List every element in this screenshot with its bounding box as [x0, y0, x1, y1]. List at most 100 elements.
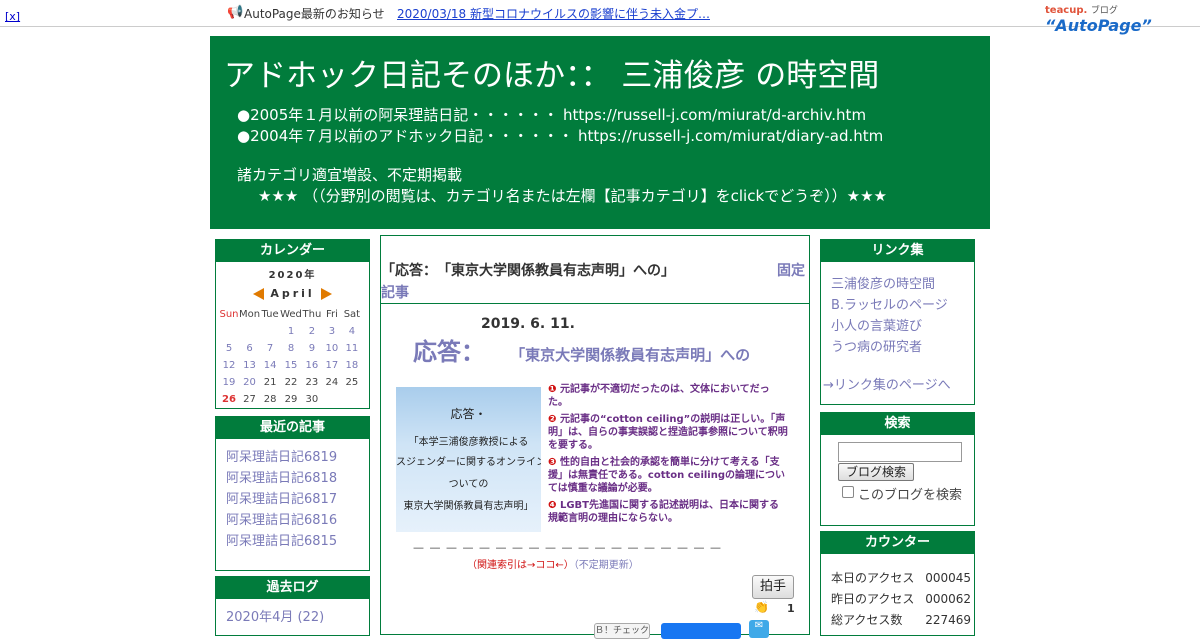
links-box: リンク集 三浦俊彦の時空間 B.ラッセルのページ 小人の言葉遊び うつ病の研究者… [820, 239, 975, 405]
day-cell-today[interactable]: 26 [219, 391, 239, 408]
blog-search-button[interactable]: ブログ検索 [838, 463, 914, 481]
recent-post-link[interactable]: 阿呆理詰日記6815 [226, 531, 369, 552]
thumb-line: 東京大学関係教員有志声明」 [403, 501, 534, 512]
weekday: Wed [280, 309, 302, 320]
thumb-line: 「本学三浦俊彦教授による [408, 437, 529, 448]
summary-point: ❶ 元記事が不適切だったのは、文体においてだった。 [548, 383, 788, 409]
day-cell: 23 [305, 377, 319, 388]
archive-box: 過去ログ 2020年4月 (22) [215, 576, 370, 636]
fixed-post-label-2: 記事 [381, 285, 409, 301]
recent-posts-list: 阿呆理詰日記6819 阿呆理詰日記6818 阿呆理詰日記6817 阿呆理詰日記6… [216, 439, 369, 552]
day-cell[interactable]: 16 [302, 357, 322, 374]
day-cell [342, 391, 362, 408]
post-heading-main: 応答： [413, 338, 485, 366]
day-cell[interactable]: 5 [219, 340, 239, 357]
weekday: Tue [261, 309, 279, 320]
clap-button[interactable]: 拍手 [752, 575, 794, 599]
weekday: Mon [239, 309, 261, 320]
hatena-bookmark-button[interactable]: Ｂ！チェック [594, 623, 650, 639]
autopage-logo[interactable]: teacup. ブログ “AutoPage” [1045, 3, 1200, 35]
recent-post-link[interactable]: 阿呆理詰日記6817 [226, 489, 369, 510]
day-cell[interactable]: 12 [219, 357, 239, 374]
day-cell[interactable]: 1 [280, 323, 302, 340]
thumb-line: 応答・ [450, 407, 487, 421]
day-cell [219, 323, 239, 340]
link-item[interactable]: B.ラッセルのページ [831, 295, 974, 316]
next-month-icon[interactable] [320, 288, 332, 300]
day-cell[interactable]: 3 [322, 323, 342, 340]
point-number: ❹ [548, 500, 557, 511]
clap-hands-icon: 👏 [754, 600, 769, 614]
day-cell: 25 [345, 377, 359, 388]
day-cell[interactable]: 18 [342, 357, 362, 374]
close-button[interactable]: [x] [5, 10, 20, 23]
counter-label: 本日のアクセス [831, 571, 915, 585]
week-row: 26 27 28 29 30 [219, 391, 362, 408]
summary-point: ❷ 元記事の“cotton ceiling”の説明は正しい。「声明」は、自らの事… [548, 413, 788, 452]
search-title: 検索 [821, 413, 974, 435]
archive-link[interactable]: 2020年4月 (22) [226, 607, 369, 628]
day-cell: 28 [263, 394, 277, 405]
day-cell: 30 [305, 394, 319, 405]
post-heading: 応答： 「東京大学関係教員有志声明」への [413, 332, 750, 367]
point-text: LGBT先進国に関する記述説明は、日本に関する規範言明の理由にならない。 [548, 500, 779, 524]
day-cell[interactable]: 17 [322, 357, 342, 374]
counter-box: カウンター 本日のアクセス 000045 昨日のアクセス 000062 総アクセス数… [820, 531, 975, 636]
search-input[interactable] [838, 442, 962, 462]
point-number: ❶ [548, 384, 557, 395]
megaphone-icon: 📢 [227, 5, 244, 20]
day-cell[interactable]: 14 [260, 357, 280, 374]
twitter-share-icon[interactable]: ✉ [749, 620, 769, 638]
recent-post-link[interactable]: 阿呆理詰日記6819 [226, 447, 369, 468]
thumb-line: スジェンダーに関するオンライン記事 [396, 457, 541, 468]
recent-post-link[interactable]: 阿呆理詰日記6816 [226, 510, 369, 531]
day-cell[interactable]: 19 [219, 374, 239, 391]
day-cell[interactable]: 2 [302, 323, 322, 340]
point-number: ❸ [548, 457, 557, 468]
day-cell[interactable]: 6 [239, 340, 260, 357]
counter-row: 総アクセス数 227469 [831, 610, 974, 631]
post-title-row: 「応答： 「東京大学関係教員有志声明」への」 固定 [381, 260, 809, 280]
counter-label: 昨日のアクセス [831, 592, 915, 606]
day-cell: 22 [284, 377, 298, 388]
day-cell: 24 [325, 377, 339, 388]
post-date: 2019. 6. 11. [481, 316, 575, 332]
archive-title: 過去ログ [216, 577, 369, 599]
link-item[interactable]: うつ病の研究者 [831, 337, 974, 358]
day-cell[interactable]: 4 [342, 323, 362, 340]
day-cell[interactable]: 7 [260, 340, 280, 357]
post-title[interactable]: 「応答： 「東京大学関係教員有志声明」への」 [381, 263, 675, 279]
day-cell[interactable]: 9 [302, 340, 322, 357]
blog-title[interactable]: アドホック日記そのほか：： 三浦俊彦 の時空間 [224, 50, 879, 95]
notice-label: AutoPage最新のお知らせ [244, 7, 385, 21]
day-cell[interactable]: 10 [322, 340, 342, 357]
day-cell[interactable]: 20 [239, 374, 260, 391]
logo-teacup: teacup. [1045, 5, 1088, 16]
prev-month-icon[interactable] [253, 288, 265, 300]
post-thumbnail[interactable]: 応答・ 「本学三浦俊彦教授による スジェンダーに関するオンライン記事 ついての … [396, 387, 541, 532]
link-item[interactable]: 小人の言葉遊び [831, 316, 974, 337]
day-cell [322, 391, 342, 408]
links-more[interactable]: →リンク集のページへ [823, 374, 951, 393]
counter-title: カウンター [821, 532, 974, 554]
weekday: Thu [302, 309, 322, 320]
day-cell: 29 [284, 394, 298, 405]
notice-link[interactable]: 2020/03/18 新型コロナウイルスの影響に伴う未入金プ… [397, 5, 710, 22]
day-cell[interactable]: 8 [280, 340, 302, 357]
counter-value: 000045 [925, 571, 971, 585]
calendar-title: カレンダー [216, 240, 369, 262]
facebook-share-button[interactable] [661, 623, 741, 639]
blog-header: アドホック日記そのほか：： 三浦俊彦 の時空間 ●2005年１月以前の阿呆理詰日… [210, 36, 990, 229]
related-update-note: （不定期更新） [573, 560, 639, 571]
recent-post-link[interactable]: 阿呆理詰日記6818 [226, 468, 369, 489]
day-cell[interactable]: 11 [342, 340, 362, 357]
calendar-year: 2020年 [268, 270, 317, 281]
related-index-link[interactable]: （関連索引は→ココ←） [467, 560, 574, 571]
weekday: Fri [325, 309, 338, 320]
link-item[interactable]: 三浦俊彦の時空間 [831, 274, 974, 295]
day-cell[interactable]: 15 [280, 357, 302, 374]
day-cell[interactable]: 13 [239, 357, 260, 374]
counter-label: 総アクセス数 [831, 613, 903, 627]
header-line-1: ●2005年１月以前の阿呆理詰日記・・・・・・ https://russell-… [237, 106, 867, 124]
thumb-line: ついての [448, 479, 489, 490]
